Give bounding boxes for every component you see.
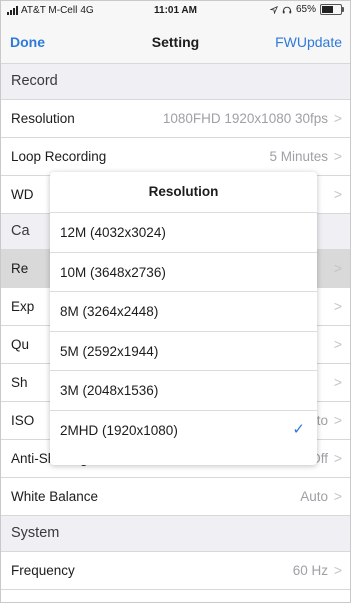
option-2mhd[interactable]: 2MHD (1920x1080) ✓ [50, 411, 317, 450]
chevron-right-icon: > [333, 186, 342, 202]
row-value: 60 Hz [292, 563, 328, 578]
section-header-system: System [1, 516, 350, 552]
status-right: 65% [269, 4, 344, 15]
status-bar: AT&T M-Cell 4G 11:01 AM 65% [1, 1, 350, 21]
chevron-right-icon: > [333, 336, 342, 352]
chevron-right-icon: > [333, 412, 342, 428]
chevron-right-icon: > [333, 488, 342, 504]
row-label: Sh [11, 375, 28, 390]
row-resolution[interactable]: Resolution 1080FHD 1920x1080 30fps > [1, 100, 350, 138]
chevron-right-icon: > [333, 110, 342, 126]
nav-bar: Done Setting FWUpdate [1, 21, 350, 64]
option-label: 5M (2592x1944) [60, 343, 159, 359]
row-label: Re [11, 261, 29, 276]
option-label: 12M (4032x3024) [60, 225, 166, 240]
chevron-right-icon: > [333, 260, 342, 276]
row-label: WD [11, 187, 34, 202]
row-label: Frequency [11, 563, 75, 578]
popup-title: Resolution [50, 172, 317, 213]
fw-update-button[interactable]: FWUpdate [275, 34, 342, 50]
chevron-right-icon: > [333, 148, 342, 164]
phone-screen: AT&T M-Cell 4G 11:01 AM 65% Done Setting… [0, 0, 351, 603]
row-label: ISO [11, 413, 35, 428]
chevron-right-icon: > [333, 562, 342, 578]
option-label: 2MHD (1920x1080) [60, 422, 178, 438]
option-label: 8M (3264x2448) [60, 304, 159, 319]
option-10m[interactable]: 10M (3648x2736) [50, 253, 317, 292]
chevron-right-icon: > [333, 374, 342, 390]
row-loop-recording[interactable]: Loop Recording 5 Minutes > [1, 138, 350, 176]
option-5m[interactable]: 5M (2592x1944) [50, 332, 317, 371]
option-12m[interactable]: 12M (4032x3024) [50, 213, 317, 253]
chevron-right-icon: > [333, 298, 342, 314]
row-label: Qu [11, 337, 30, 352]
option-label: 3M (2048x1536) [60, 383, 159, 398]
checkmark-icon: ✓ [292, 420, 305, 438]
headphones-icon [282, 6, 292, 13]
row-value: 5 Minutes [269, 149, 328, 164]
row-value: Auto [300, 489, 328, 504]
option-3m[interactable]: 3M (2048x1536) [50, 371, 317, 411]
row-label: Loop Recording [11, 149, 107, 164]
battery-icon [320, 4, 344, 15]
row-frequency[interactable]: Frequency 60 Hz > [1, 552, 350, 590]
row-label: Resolution [11, 111, 75, 126]
section-header-record: Record [1, 64, 350, 100]
location-arrow-icon [269, 5, 278, 14]
row-label: White Balance [11, 489, 99, 504]
resolution-picker-popup: Resolution 12M (4032x3024) 10M (3648x273… [50, 172, 317, 465]
chevron-right-icon: > [333, 450, 342, 466]
option-8m[interactable]: 8M (3264x2448) [50, 292, 317, 332]
row-value: 1080FHD 1920x1080 30fps [162, 111, 328, 126]
battery-percent: 65% [295, 4, 316, 15]
row-label: Exp [11, 299, 35, 314]
option-label: 10M (3648x2736) [60, 264, 166, 280]
row-white-balance[interactable]: White Balance Auto > [1, 478, 350, 516]
